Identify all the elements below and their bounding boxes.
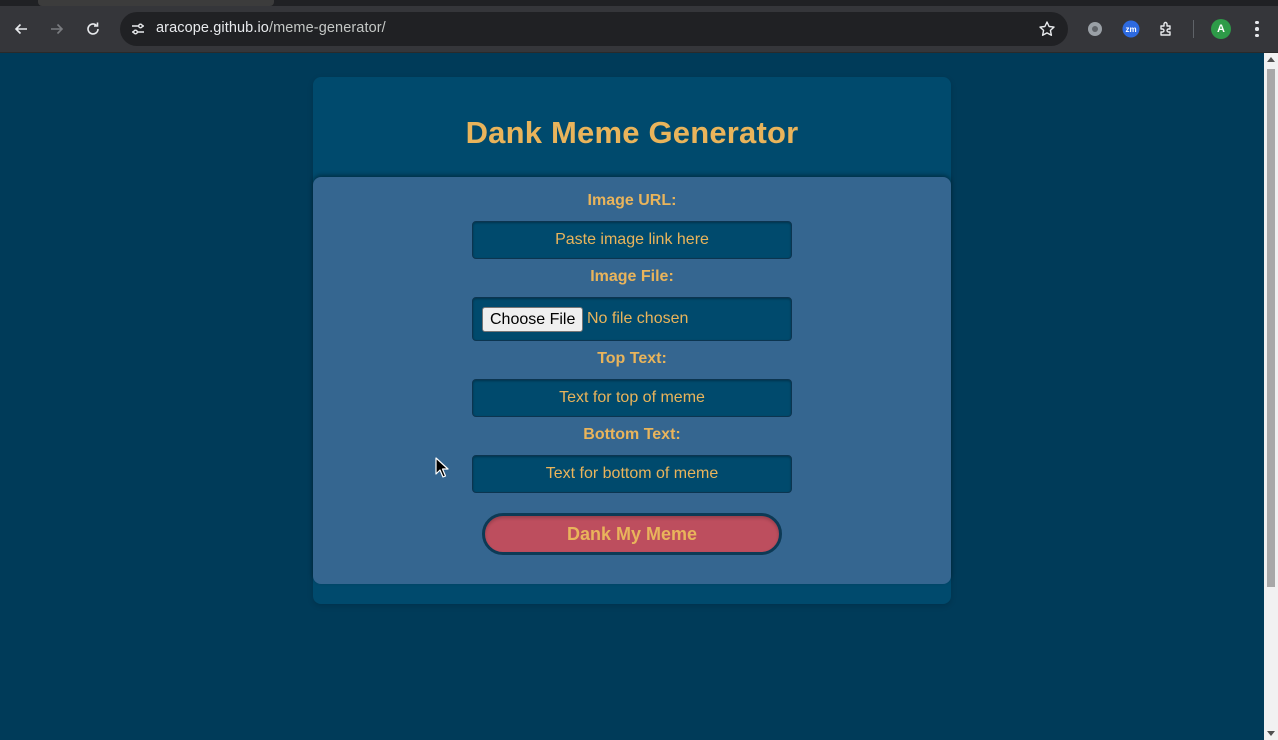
address-bar[interactable]: aracope.github.io/meme-generator/ xyxy=(120,12,1068,46)
bookmark-star-icon[interactable] xyxy=(1038,20,1056,38)
toolbar-divider xyxy=(1193,20,1194,38)
mouse-cursor-icon xyxy=(435,457,449,478)
image-file-input[interactable]: Choose File No file chosen xyxy=(472,297,792,341)
page-title: Dank Meme Generator xyxy=(465,115,799,150)
extension-icon[interactable] xyxy=(1084,18,1106,40)
top-text-label: Top Text: xyxy=(597,350,667,367)
page-scrollbar[interactable] xyxy=(1264,53,1278,740)
choose-file-button[interactable]: Choose File xyxy=(482,307,584,332)
url-text[interactable]: aracope.github.io/meme-generator/ xyxy=(156,20,386,36)
profile-avatar[interactable]: A xyxy=(1211,19,1231,39)
meme-form: Image URL: Image File: Choose File No fi… xyxy=(313,177,951,584)
image-file-label: Image File: xyxy=(590,268,674,285)
url-host: aracope.github.io xyxy=(156,20,269,36)
menu-icon[interactable] xyxy=(1249,18,1265,40)
file-status: No file chosen xyxy=(587,310,689,327)
image-url-input[interactable] xyxy=(472,221,792,259)
zoom-extension-icon[interactable]: zm xyxy=(1120,18,1142,40)
reload-icon xyxy=(87,22,99,35)
arrow-left-icon xyxy=(14,23,27,35)
reload-button[interactable] xyxy=(80,16,106,42)
extensions-puzzle-icon[interactable] xyxy=(1156,18,1178,40)
zoom-extension-label: zm xyxy=(1125,24,1137,34)
arrow-right-icon xyxy=(51,23,64,35)
image-url-label: Image URL: xyxy=(587,192,677,209)
scroll-up-arrow-icon[interactable] xyxy=(1267,57,1275,62)
browser-chrome: aracope.github.io/meme-generator/ zm A xyxy=(0,0,1278,53)
bottom-text-label: Bottom Text: xyxy=(583,426,681,443)
bottom-text-input[interactable] xyxy=(472,455,792,493)
browser-toolbar: aracope.github.io/meme-generator/ zm A xyxy=(0,6,1278,53)
scrollbar-thumb[interactable] xyxy=(1267,69,1275,587)
forward-button[interactable] xyxy=(44,16,70,42)
site-info-icon[interactable] xyxy=(128,19,148,39)
url-path: /meme-generator/ xyxy=(268,20,386,36)
top-text-input[interactable] xyxy=(472,379,792,417)
scroll-down-arrow-icon[interactable] xyxy=(1267,731,1275,736)
page-viewport: Dank Meme Generator Image URL: Image Fil… xyxy=(0,53,1264,740)
back-button[interactable] xyxy=(8,16,34,42)
meme-generator-card: Dank Meme Generator Image URL: Image Fil… xyxy=(313,77,951,604)
dank-my-meme-button[interactable]: Dank My Meme xyxy=(482,513,782,555)
